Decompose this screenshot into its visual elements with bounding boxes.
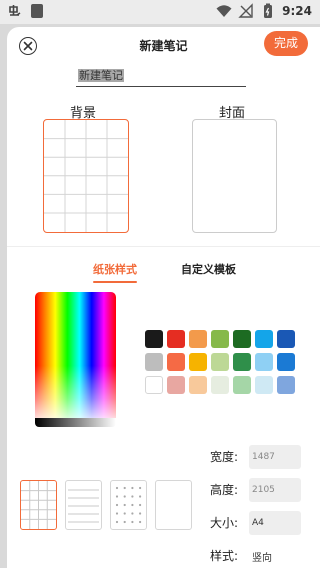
lined-paper-icon bbox=[68, 489, 99, 523]
status-left bbox=[7, 3, 45, 19]
grid-paper-icon bbox=[21, 481, 56, 529]
paper-style-blank[interactable] bbox=[155, 480, 192, 530]
dot-mark bbox=[123, 486, 126, 490]
dot-mark bbox=[131, 512, 134, 515]
style-label: 样式: bbox=[210, 549, 239, 563]
style-value[interactable]: 竖向 bbox=[252, 549, 272, 564]
dot-mark bbox=[131, 520, 134, 524]
dot-mark bbox=[115, 503, 119, 507]
color-spectrum-picker[interactable] bbox=[35, 292, 116, 426]
color-swatch[interactable] bbox=[277, 330, 295, 348]
color-swatch-grid bbox=[145, 330, 300, 394]
dot-mark bbox=[139, 520, 142, 524]
height-label: 高度: bbox=[210, 483, 239, 497]
color-swatch[interactable] bbox=[189, 376, 207, 394]
no-signal-icon bbox=[238, 3, 254, 19]
paper-style-dotted[interactable] bbox=[110, 480, 147, 530]
dot-mark bbox=[139, 486, 142, 490]
color-swatch[interactable] bbox=[233, 353, 251, 371]
dot-mark bbox=[115, 495, 119, 498]
color-swatch[interactable] bbox=[167, 330, 185, 348]
color-swatch[interactable] bbox=[277, 353, 295, 371]
size-field[interactable]: A4 bbox=[249, 511, 301, 535]
color-swatch[interactable] bbox=[145, 330, 163, 348]
cover-preview[interactable] bbox=[192, 119, 277, 233]
dotted-paper-icon bbox=[115, 486, 142, 524]
divider bbox=[7, 246, 320, 247]
battery-icon bbox=[260, 3, 276, 19]
color-swatch[interactable] bbox=[211, 376, 229, 394]
dot-mark bbox=[123, 495, 126, 498]
sim-card-icon bbox=[29, 3, 45, 19]
color-swatch[interactable] bbox=[145, 353, 163, 371]
color-swatch[interactable] bbox=[189, 330, 207, 348]
dot-mark bbox=[123, 520, 126, 524]
color-swatch[interactable] bbox=[255, 330, 273, 348]
dot-mark bbox=[123, 512, 126, 515]
height-field[interactable]: 2105 bbox=[249, 478, 301, 502]
width-field[interactable]: 1487 bbox=[249, 445, 301, 469]
notification-app-icon bbox=[7, 3, 23, 19]
dot-mark bbox=[115, 520, 119, 524]
dot-mark bbox=[115, 512, 119, 515]
size-label: 大小: bbox=[210, 516, 239, 530]
done-button[interactable]: 完成 bbox=[264, 31, 308, 56]
color-swatch[interactable] bbox=[167, 376, 185, 394]
note-name-value: 新建笔记 bbox=[78, 69, 124, 82]
dot-mark bbox=[115, 486, 119, 490]
color-swatch[interactable] bbox=[255, 376, 273, 394]
dot-mark bbox=[123, 503, 126, 507]
color-swatch[interactable] bbox=[211, 330, 229, 348]
color-swatch[interactable] bbox=[233, 330, 251, 348]
color-swatch[interactable] bbox=[233, 376, 251, 394]
status-right: 9:24 bbox=[216, 3, 312, 19]
dot-mark bbox=[131, 503, 134, 507]
status-time: 9:24 bbox=[282, 4, 312, 18]
note-name-input[interactable]: 新建笔记 bbox=[76, 67, 246, 87]
color-swatch[interactable] bbox=[277, 376, 295, 394]
width-label: 宽度: bbox=[210, 450, 239, 464]
color-swatch[interactable] bbox=[211, 353, 229, 371]
tab-custom-template[interactable]: 自定义模板 bbox=[181, 261, 236, 277]
new-note-sheet: 新建笔记 完成 新建笔记 背景 封面 纸张样式 自定义模板 宽度: 1487 高… bbox=[7, 27, 320, 568]
wifi-icon bbox=[216, 3, 232, 19]
status-bar: 9:24 bbox=[0, 0, 320, 24]
color-swatch[interactable] bbox=[145, 376, 163, 394]
background-preview[interactable] bbox=[43, 119, 129, 233]
grayscale-bar[interactable] bbox=[35, 418, 116, 427]
color-swatch[interactable] bbox=[189, 353, 207, 371]
paper-style-grid[interactable] bbox=[20, 480, 57, 530]
grid-pattern-preview bbox=[44, 120, 128, 232]
dot-mark bbox=[131, 486, 134, 490]
color-swatch[interactable] bbox=[255, 353, 273, 371]
dot-mark bbox=[139, 512, 142, 515]
dot-mark bbox=[131, 495, 134, 498]
color-swatch[interactable] bbox=[167, 353, 185, 371]
dot-mark bbox=[139, 503, 142, 507]
tab-paper-style[interactable]: 纸张样式 bbox=[93, 261, 137, 283]
dot-mark bbox=[139, 495, 142, 498]
paper-style-lined[interactable] bbox=[65, 480, 102, 530]
